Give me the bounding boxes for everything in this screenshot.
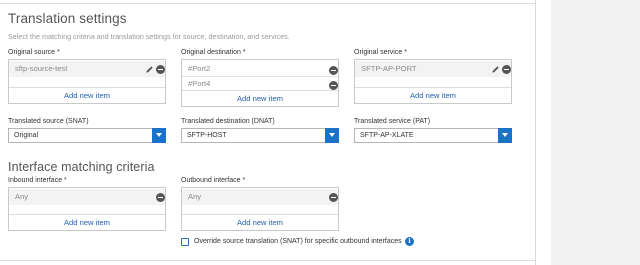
translated-source-value: Original <box>14 132 39 139</box>
remove-icon[interactable] <box>329 66 338 75</box>
list-item[interactable]: #Port2 <box>182 61 338 77</box>
info-icon[interactable]: i <box>405 237 414 246</box>
translated-service-select[interactable]: SFTP-AP-XLATE <box>354 128 512 143</box>
list-item[interactable]: Any <box>9 189 165 205</box>
inbound-interface-label: Inbound interface * <box>8 177 67 184</box>
translated-source-label: Translated source (SNAT) <box>8 118 89 125</box>
remove-icon[interactable] <box>156 193 165 202</box>
original-destination-label: Original destination * <box>181 49 246 56</box>
outbound-interface-label: Outbound interface * <box>181 177 246 184</box>
inbound-interface-list: Any Add new item <box>8 187 166 231</box>
pencil-icon[interactable] <box>491 65 500 74</box>
translated-service-value: SFTP-AP-XLATE <box>360 132 414 139</box>
original-source-list: sftp-source-test Add new item <box>8 59 166 104</box>
bottom-divider <box>0 260 535 261</box>
list-item-label: #Port4 <box>188 79 211 88</box>
list-item-label: SFTP-AP-PORT <box>361 64 417 73</box>
list-item[interactable]: SFTP-AP-PORT <box>355 61 511 77</box>
chevron-down-icon[interactable] <box>325 128 339 143</box>
list-item-label: Any <box>188 192 202 201</box>
translated-destination-select[interactable]: SFTP-HOST <box>181 128 339 143</box>
add-new-item-button[interactable]: Add new item <box>182 90 338 106</box>
add-new-item-button[interactable]: Add new item <box>9 87 165 103</box>
outbound-interface-list: Any Add new item <box>181 187 339 231</box>
add-new-item-button[interactable]: Add new item <box>355 87 511 103</box>
translation-settings-description: Select the matching criteria and transla… <box>8 32 290 41</box>
add-new-item-button[interactable]: Add new item <box>182 214 338 230</box>
remove-icon[interactable] <box>329 81 338 90</box>
translated-source-select[interactable]: Original <box>8 128 166 143</box>
list-item[interactable]: sftp-source-test <box>9 61 165 77</box>
add-new-item-button[interactable]: Add new item <box>9 214 165 230</box>
translated-destination-label: Translated destination (DNAT) <box>181 118 275 125</box>
list-item-label: sftp-source-test <box>15 64 68 73</box>
list-item[interactable]: Any <box>182 189 338 205</box>
override-snat-checkbox[interactable] <box>181 238 189 246</box>
interface-matching-title: Interface matching criteria <box>8 160 155 174</box>
original-destination-list: #Port2 #Port4 Add new item <box>181 59 339 107</box>
list-item-label: #Port2 <box>188 64 211 73</box>
translation-settings-title: Translation settings <box>8 11 127 26</box>
translated-service-label: Translated service (PAT) <box>354 118 431 125</box>
original-service-label: Original service * <box>354 49 407 56</box>
translated-destination-value: SFTP-HOST <box>187 132 227 139</box>
panel-divider <box>535 0 536 265</box>
main-panel: Translation settings Select the matching… <box>0 0 535 265</box>
override-snat-label: Override source translation (SNAT) for s… <box>194 238 402 245</box>
remove-icon[interactable] <box>502 65 511 74</box>
chevron-down-icon[interactable] <box>498 128 512 143</box>
original-source-label: Original source * <box>8 49 60 56</box>
original-service-list: SFTP-AP-PORT Add new item <box>354 59 512 104</box>
pencil-icon[interactable] <box>145 65 154 74</box>
right-side-panel <box>551 0 640 265</box>
remove-icon[interactable] <box>329 193 338 202</box>
chevron-down-icon[interactable] <box>152 128 166 143</box>
list-item-label: Any <box>15 192 29 201</box>
remove-icon[interactable] <box>156 65 165 74</box>
top-divider <box>0 3 535 4</box>
